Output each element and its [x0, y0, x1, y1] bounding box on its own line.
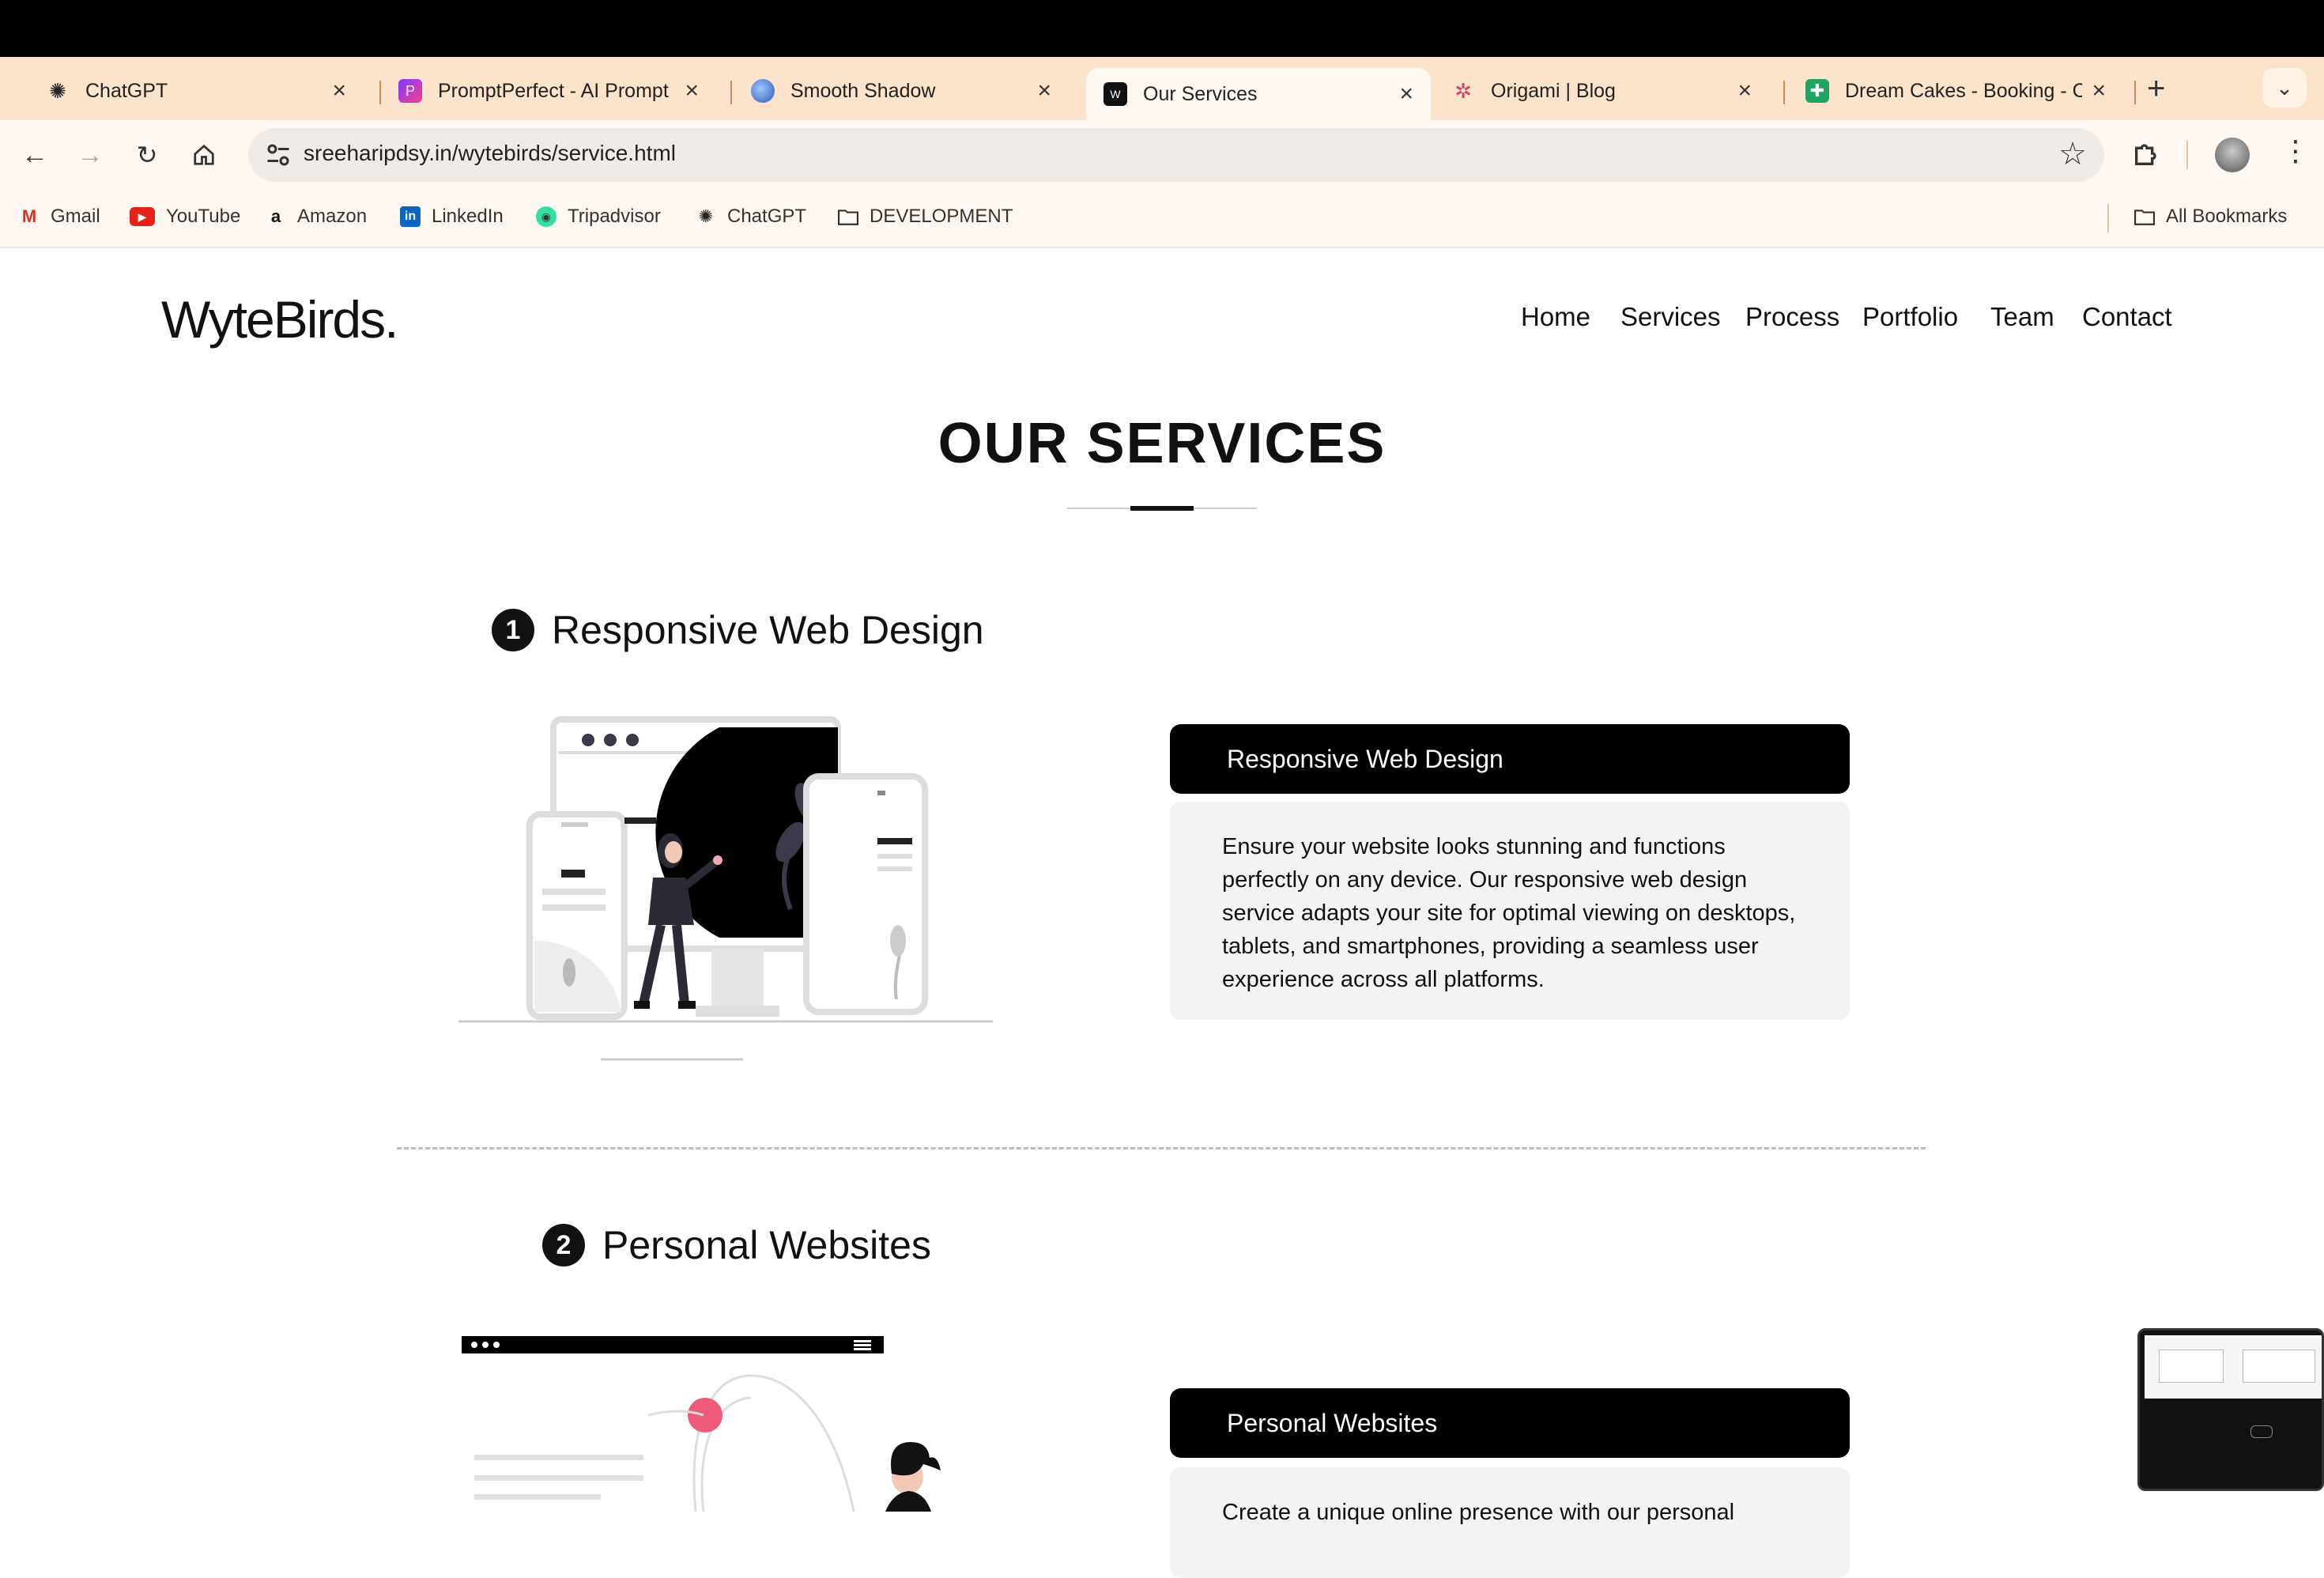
site-settings-icon[interactable] — [264, 141, 292, 169]
service-card-description: Create a unique online presence with our… — [1170, 1467, 1850, 1578]
tab-separator — [1783, 81, 1785, 104]
tab-smooth-shadow[interactable]: Smooth Shadow × — [734, 68, 1069, 114]
screen-preview-thumbnail[interactable] — [2137, 1328, 2324, 1491]
bookmark-amazon[interactable]: a Amazon — [266, 206, 367, 228]
all-bookmarks[interactable]: All Bookmarks — [2134, 206, 2287, 228]
tab-dream-cakes[interactable]: ✚ Dream Cakes - Booking - C × — [1788, 68, 2123, 114]
new-tab-icon[interactable]: + — [2147, 71, 2165, 107]
home-icon[interactable] — [187, 138, 221, 172]
menu-kebab-icon[interactable]: ⋮ — [2281, 134, 2310, 168]
personal-website-illustration — [462, 1336, 941, 1512]
service-heading: 1 Responsive Web Design — [492, 607, 984, 653]
bookmark-label: Gmail — [51, 206, 100, 227]
system-top-bar — [0, 0, 2324, 57]
bookmark-chatgpt[interactable]: ✺ ChatGPT — [696, 206, 806, 228]
page-title: OUR SERVICES — [938, 412, 1386, 475]
service-heading: 2 Personal Websites — [542, 1222, 931, 1268]
bookmark-label: ChatGPT — [727, 206, 807, 227]
bookmark-development[interactable]: DEVELOPMENT — [838, 206, 1013, 228]
bookmark-label: YouTube — [166, 206, 241, 227]
section-divider — [397, 1147, 1926, 1150]
nav-contact[interactable]: Contact — [2082, 302, 2172, 332]
site-icon: W — [1104, 82, 1127, 106]
forward-arrow-icon[interactable]: → — [73, 138, 108, 172]
title-underline-accent — [1130, 506, 1194, 511]
service-number-badge: 1 — [492, 609, 534, 651]
browser-toolbar: ← → ↻ sreeharipdsy.in/wytebirds/service.… — [0, 120, 2324, 191]
promptperfect-icon: P — [398, 79, 422, 103]
bookmark-gmail[interactable]: M Gmail — [19, 206, 100, 228]
tab-chatgpt[interactable]: ✺ ChatGPT × — [28, 68, 364, 114]
tab-title: Our Services — [1143, 82, 1258, 105]
chatgpt-icon: ✺ — [49, 78, 66, 103]
service-card-title: Responsive Web Design — [1170, 724, 1850, 794]
profile-avatar[interactable] — [2215, 138, 2250, 172]
bookmark-star-icon[interactable]: ☆ — [2058, 136, 2087, 172]
reload-icon[interactable]: ↻ — [130, 138, 164, 172]
responsive-design-illustration — [458, 716, 993, 1061]
tab-origami[interactable]: ✲ Origami | Blog × — [1434, 68, 1769, 114]
bookmark-linkedin[interactable]: in LinkedIn — [400, 206, 504, 228]
bookmarks-separator — [2107, 204, 2109, 232]
bookmark-label: DEVELOPMENT — [870, 206, 1013, 227]
chatgpt-icon: ✺ — [698, 206, 714, 226]
tab-title: Smooth Shadow — [790, 79, 936, 102]
bookmark-label: All Bookmarks — [2166, 206, 2288, 227]
tab-title: ChatGPT — [85, 79, 168, 102]
bookmark-label: LinkedIn — [432, 206, 504, 227]
tripadvisor-icon: ◉ — [536, 206, 556, 227]
close-icon[interactable]: × — [1737, 77, 1752, 104]
sheets-icon: ✚ — [1805, 79, 1829, 103]
tab-search-chevron-down-icon[interactable]: ⌄ — [2262, 68, 2307, 108]
youtube-icon: ▶ — [130, 207, 155, 226]
service-number-badge: 2 — [542, 1224, 585, 1267]
smooth-shadow-icon — [751, 79, 775, 103]
address-bar[interactable]: sreeharipdsy.in/wytebirds/service.html ☆ — [248, 128, 2104, 182]
thumbnail-card — [2159, 1350, 2224, 1383]
origami-icon: ✲ — [1454, 78, 1472, 103]
url-text[interactable]: sreeharipdsy.in/wytebirds/service.html — [304, 141, 676, 166]
site-logo[interactable]: WyteBirds. — [161, 289, 398, 349]
close-icon[interactable]: × — [2092, 77, 2106, 104]
tab-strip: ✺ ChatGPT × P PromptPerfect - AI Prompt … — [0, 57, 2324, 120]
back-arrow-icon[interactable]: ← — [17, 138, 52, 172]
folder-icon — [838, 206, 858, 227]
service-heading-text: Personal Websites — [602, 1223, 931, 1267]
service-card-description: Ensure your website looks stunning and f… — [1170, 802, 1850, 1020]
tab-title: PromptPerfect - AI Prompt — [438, 79, 669, 102]
thumbnail-card — [2243, 1350, 2315, 1383]
linkedin-icon: in — [400, 206, 421, 227]
close-icon[interactable]: × — [685, 77, 699, 104]
gmail-icon: M — [21, 206, 37, 226]
folder-icon — [2134, 206, 2155, 227]
close-icon[interactable]: × — [332, 77, 346, 104]
close-icon[interactable]: × — [1037, 77, 1051, 104]
tab-title: Dream Cakes - Booking - C — [1845, 79, 2083, 102]
bookmarks-bar: M Gmail ▶ YouTube a Amazon in LinkedIn ◉… — [0, 191, 2324, 248]
close-icon[interactable]: × — [1399, 81, 1413, 108]
bookmark-label: Tripadvisor — [568, 206, 661, 227]
tab-separator — [2134, 81, 2136, 104]
nav-services[interactable]: Services — [1620, 302, 1721, 332]
toolbar-separator — [2186, 141, 2188, 169]
nav-process[interactable]: Process — [1745, 302, 1839, 332]
service-card-title: Personal Websites — [1170, 1388, 1850, 1458]
thumbnail-logo — [2250, 1425, 2273, 1438]
nav-portfolio[interactable]: Portfolio — [1862, 302, 1958, 332]
bookmark-tripadvisor[interactable]: ◉ Tripadvisor — [536, 206, 661, 228]
amazon-icon: a — [270, 206, 281, 226]
nav-home[interactable]: Home — [1521, 302, 1590, 332]
extensions-icon[interactable] — [2131, 138, 2163, 173]
tab-our-services[interactable]: W Our Services × — [1086, 68, 1431, 120]
service-heading-text: Responsive Web Design — [552, 608, 984, 652]
tab-separator — [730, 81, 732, 104]
tab-promptperfect[interactable]: P PromptPerfect - AI Prompt × — [381, 68, 716, 114]
nav-team[interactable]: Team — [1990, 302, 2054, 332]
bookmark-youtube[interactable]: ▶ YouTube — [130, 206, 240, 228]
bookmark-label: Amazon — [297, 206, 368, 227]
tab-title: Origami | Blog — [1491, 79, 1616, 102]
